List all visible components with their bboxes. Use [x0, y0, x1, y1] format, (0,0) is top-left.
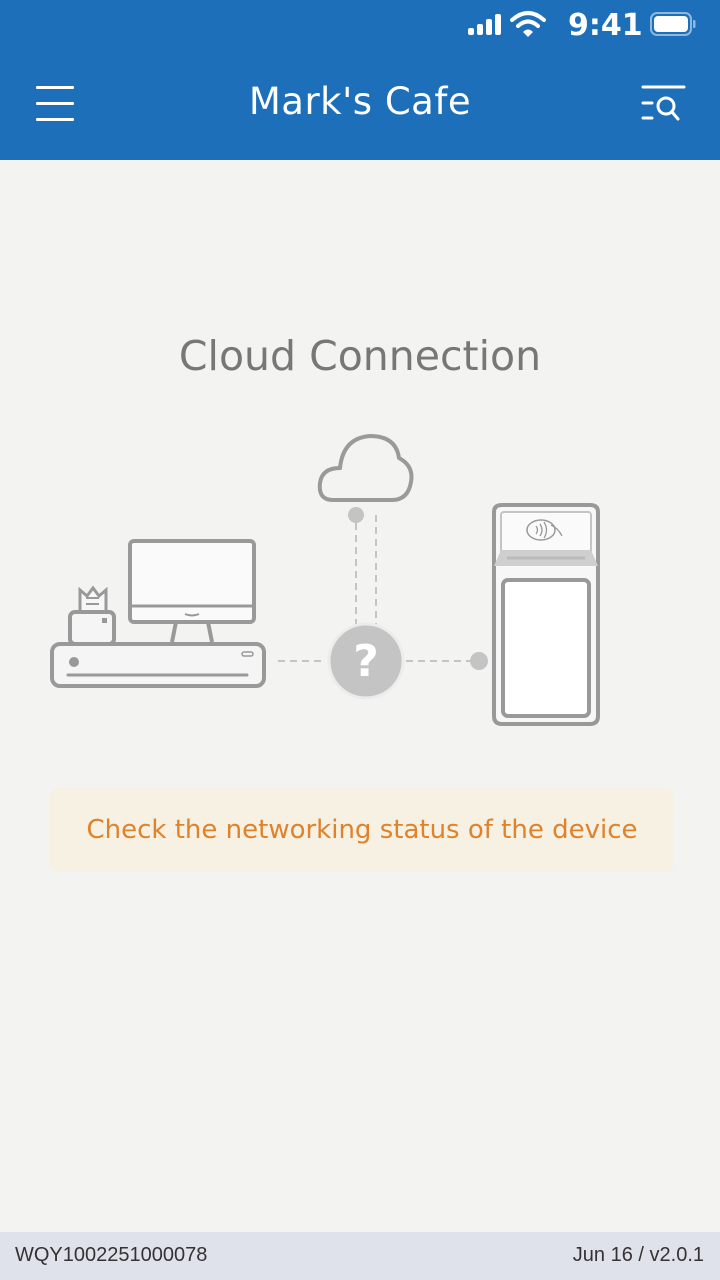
- page-title: Cloud Connection: [178, 332, 542, 380]
- connection-illustration: ?: [50, 434, 600, 726]
- terminal-link-dot: [470, 652, 488, 670]
- cloud-icon: [317, 434, 414, 502]
- header-title: Mark's Cafe: [248, 80, 472, 123]
- unknown-status-icon: ?: [327, 622, 405, 700]
- notice-text: Check the networking status of the devic…: [86, 815, 638, 845]
- date-version: Jun 16 / v2.0.1: [572, 1244, 704, 1266]
- battery-icon: [650, 12, 696, 36]
- status-time: 9:41: [568, 8, 643, 43]
- pos-terminal-icon: [50, 539, 266, 688]
- signal-icon: [468, 14, 501, 35]
- app-header: 9:41 Mark's Cafe: [0, 0, 720, 160]
- svg-text:?: ?: [353, 636, 379, 687]
- cloud-link-dot: [348, 507, 364, 523]
- handheld-payment-terminal-icon: [492, 503, 600, 726]
- device-serial: WQY1002251000078: [15, 1244, 208, 1266]
- status-bar: 9:41: [0, 0, 720, 52]
- search-list-icon: [641, 85, 686, 121]
- search-list-button[interactable]: [638, 84, 688, 124]
- network-status-notice: Check the networking status of the devic…: [50, 788, 674, 872]
- footer-bar: WQY1002251000078 Jun 16 / v2.0.1: [0, 1232, 720, 1280]
- wifi-icon: [510, 11, 546, 37]
